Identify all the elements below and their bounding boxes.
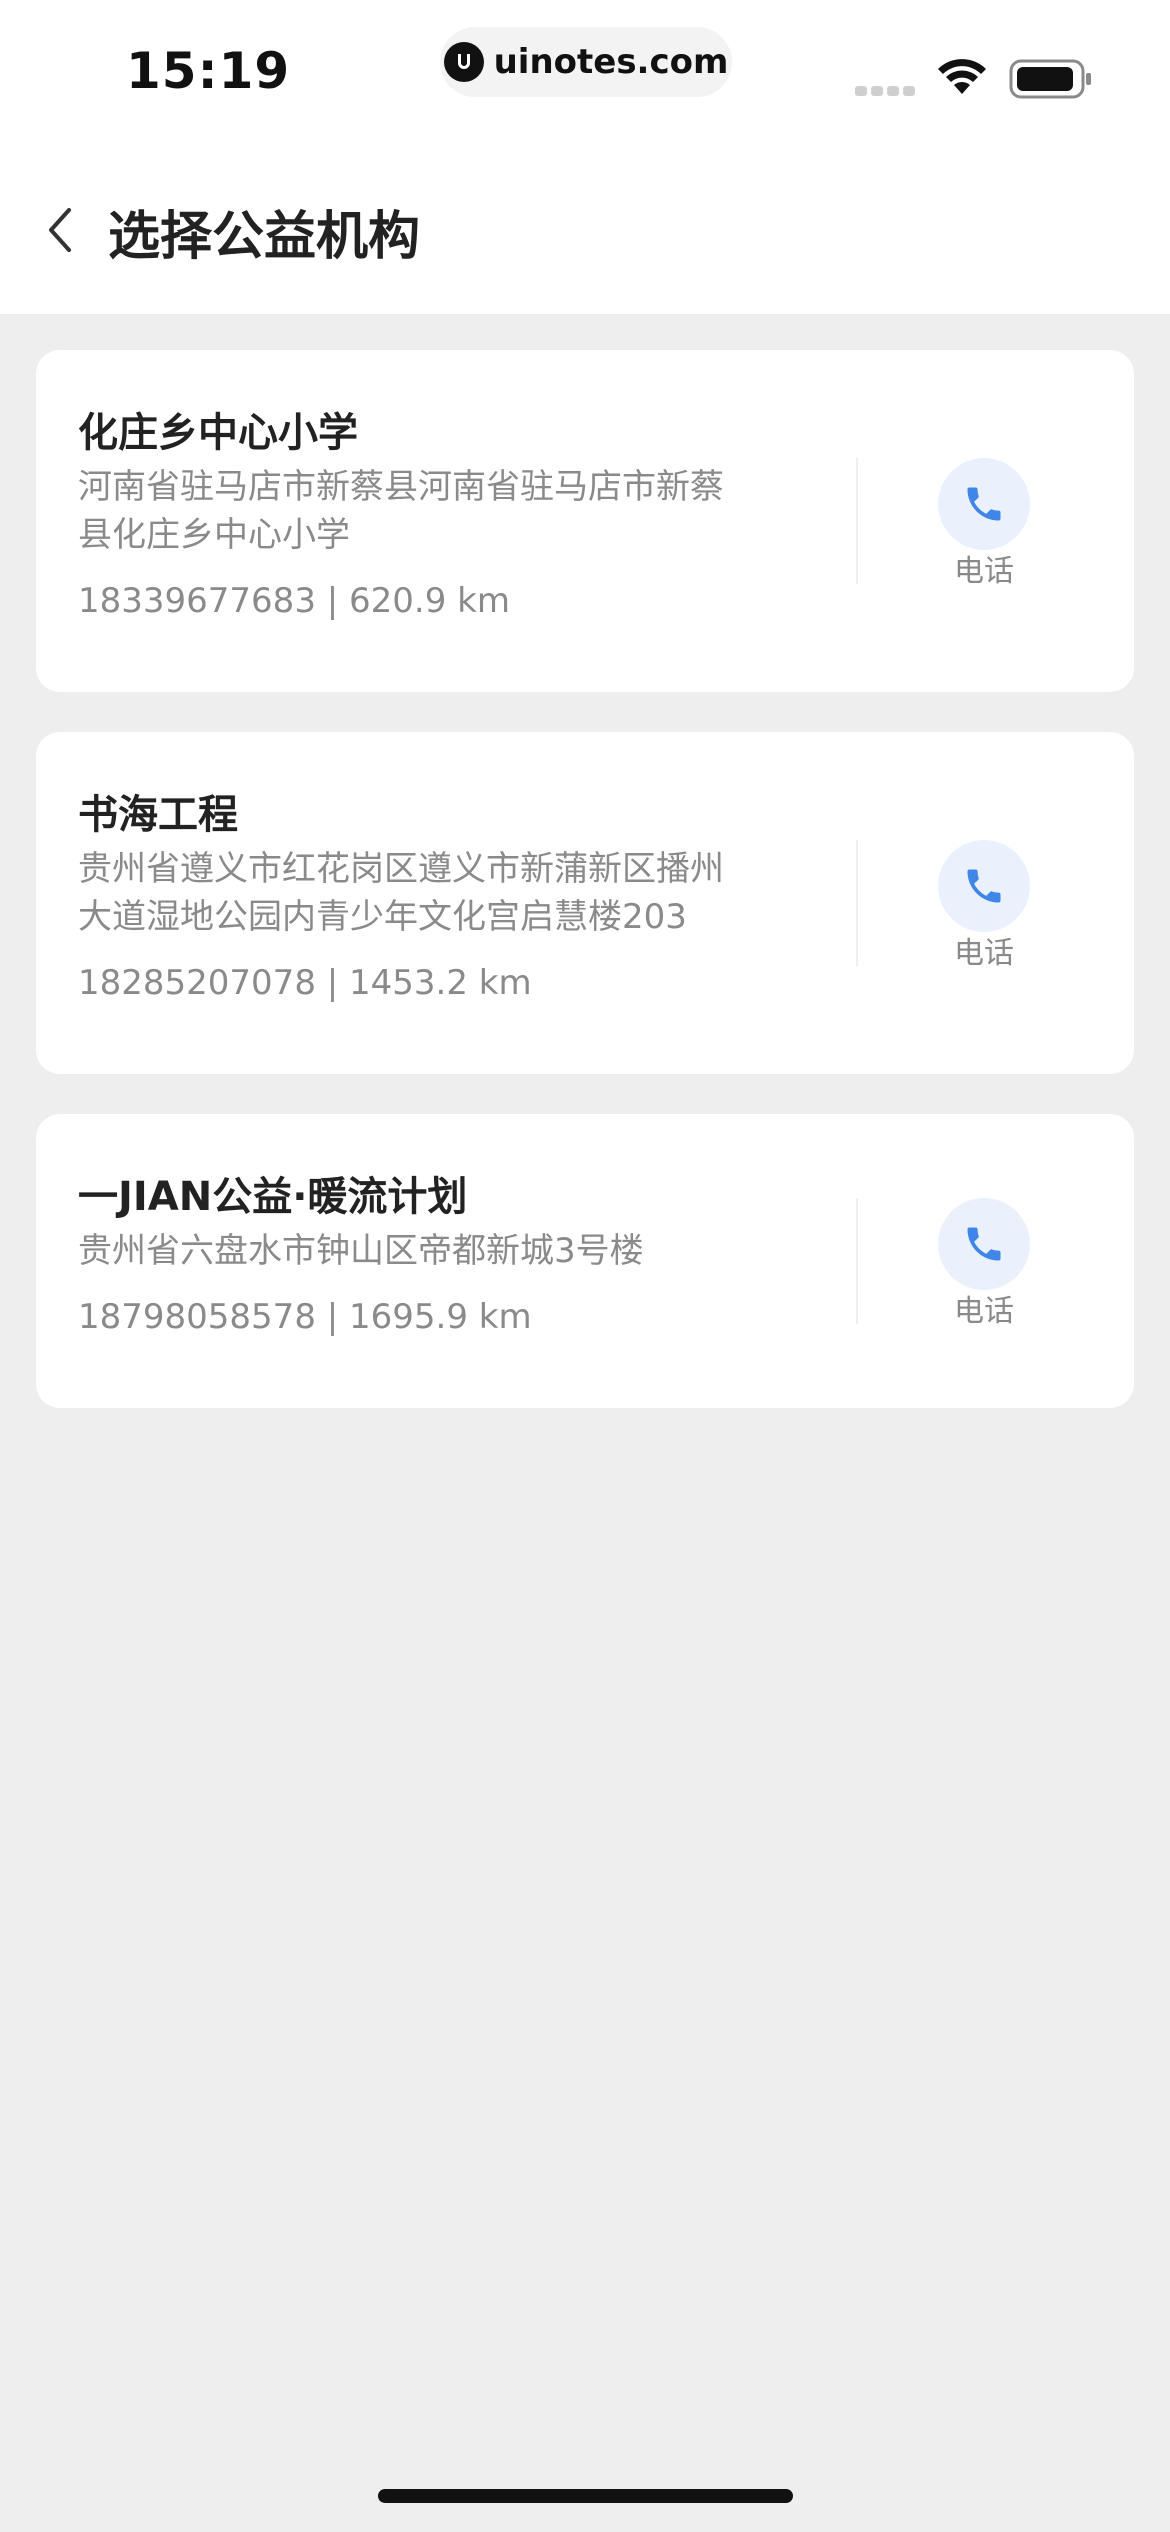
phone-icon-circle (938, 1198, 1030, 1290)
phone-icon (967, 1227, 1001, 1261)
organization-card[interactable]: 化庄乡中心小学 河南省驻马店市新蔡县河南省驻马店市新蔡 县化庄乡中心小学 183… (36, 350, 1134, 692)
organization-address: 贵州省遵义市红花岗区遵义市新蒲新区播州 大道湿地公园内青少年文化宫启慧楼203 (78, 845, 818, 941)
organization-phone-distance: 18798058578 | 1695.9 km (78, 1297, 532, 1337)
address-line: 河南省驻马店市新蔡县河南省驻马店市新蔡 (78, 467, 724, 507)
page-title: 选择公益机构 (108, 207, 421, 267)
divider (856, 840, 858, 966)
address-line: 贵州省遵义市红花岗区遵义市新蒲新区播州 (78, 849, 724, 889)
phone-icon (967, 869, 1001, 903)
signal-icon (855, 86, 919, 96)
organization-name: 化庄乡中心小学 (78, 410, 358, 456)
status-bar: 15:19 uinotes.com (0, 0, 1170, 150)
call-button[interactable]: 电话 (928, 458, 1040, 590)
top-area: 15:19 uinotes.com 选择公益机构 (0, 0, 1170, 314)
divider (856, 458, 858, 584)
organization-address: 贵州省六盘水市钟山区帝都新城3号楼 (78, 1227, 818, 1275)
nav-header: 选择公益机构 (0, 150, 1170, 314)
organization-info: 书海工程 贵州省遵义市红花岗区遵义市新蒲新区播州 大道湿地公园内青少年文化宫启慧… (78, 787, 818, 1007)
address-line: 县化庄乡中心小学 (78, 515, 350, 555)
home-indicator[interactable] (378, 2489, 793, 2503)
call-button[interactable]: 电话 (928, 1198, 1040, 1330)
address-line: 大道湿地公园内青少年文化宫启慧楼203 (78, 897, 687, 937)
organization-phone-distance: 18285207078 | 1453.2 km (78, 963, 532, 1003)
phone-icon-circle (938, 840, 1030, 932)
call-label: 电话 (954, 936, 1014, 971)
url-text: uinotes.com (493, 42, 729, 82)
organization-info: 一JIAN公益·暖流计划 贵州省六盘水市钟山区帝都新城3号楼 187980585… (78, 1169, 818, 1341)
address-line: 贵州省六盘水市钟山区帝都新城3号楼 (78, 1231, 644, 1271)
organization-phone-distance: 18339677683 | 620.9 km (78, 581, 510, 621)
organization-card[interactable]: 一JIAN公益·暖流计划 贵州省六盘水市钟山区帝都新城3号楼 187980585… (36, 1114, 1134, 1408)
url-pill[interactable]: uinotes.com (440, 27, 732, 97)
back-button[interactable] (40, 200, 80, 260)
organization-info: 化庄乡中心小学 河南省驻马店市新蔡县河南省驻马店市新蔡 县化庄乡中心小学 183… (78, 405, 818, 625)
wifi-icon (938, 59, 986, 94)
chevron-left-icon (49, 208, 71, 252)
call-button[interactable]: 电话 (928, 840, 1040, 972)
divider (856, 1198, 858, 1324)
organization-card[interactable]: 书海工程 贵州省遵义市红花岗区遵义市新蒲新区播州 大道湿地公园内青少年文化宫启慧… (36, 732, 1134, 1074)
battery-icon (1009, 59, 1091, 99)
organization-address: 河南省驻马店市新蔡县河南省驻马店市新蔡 县化庄乡中心小学 (78, 463, 818, 559)
organization-list: 化庄乡中心小学 河南省驻马店市新蔡县河南省驻马店市新蔡 县化庄乡中心小学 183… (36, 350, 1134, 1448)
phone-icon-circle (938, 458, 1030, 550)
organization-name: 书海工程 (78, 792, 238, 838)
organization-name: 一JIAN公益·暖流计划 (78, 1174, 468, 1220)
phone-icon (967, 487, 1001, 521)
site-logo-icon (443, 42, 484, 82)
status-time: 15:19 (126, 42, 291, 100)
call-label: 电话 (954, 554, 1014, 589)
call-label: 电话 (954, 1294, 1014, 1329)
